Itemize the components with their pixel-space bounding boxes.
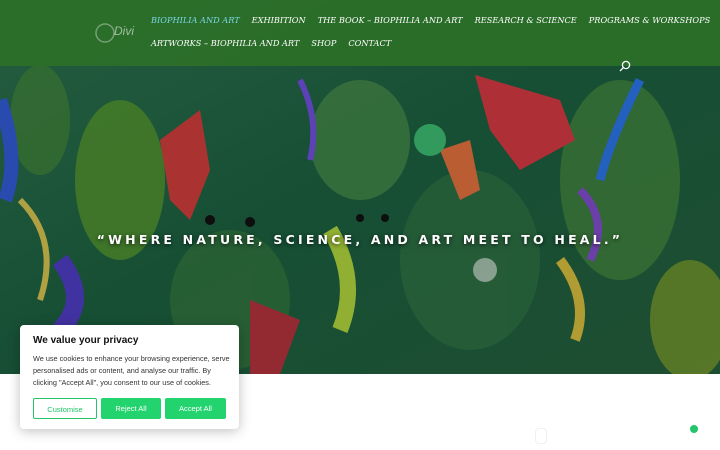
accept-all-button[interactable]: Accept All <box>165 398 226 419</box>
nav-row-secondary: ARTWORKS – BIOPHILIA AND ART SHOP CONTACT <box>151 38 403 48</box>
nav-item-biophilia-and-art[interactable]: BIOPHILIA AND ART <box>151 15 240 25</box>
reject-all-button[interactable]: Reject All <box>101 398 161 419</box>
nav-item-programs-workshops[interactable]: PROGRAMS & WORKSHOPS <box>589 15 710 25</box>
cookie-title: We value your privacy <box>33 335 139 346</box>
cookie-body: We use cookies to enhance your browsing … <box>33 354 230 387</box>
hero-quote: “WHERE NATURE, SCIENCE, AND ART MEET TO … <box>96 232 624 247</box>
nav-item-research-science[interactable]: RESEARCH & SCIENCE <box>475 15 577 25</box>
chat-icon[interactable] <box>690 425 698 433</box>
nav-item-contact[interactable]: CONTACT <box>348 38 391 48</box>
customise-button[interactable]: Customise <box>33 398 97 419</box>
search-icon[interactable] <box>619 60 631 72</box>
nav-item-exhibition[interactable]: EXHIBITION <box>252 15 306 25</box>
site-header: Divi BIOPHILIA AND ART EXHIBITION THE BOOK… <box>0 0 720 72</box>
logo-text[interactable]: Divi <box>114 24 134 38</box>
nav-item-artworks[interactable]: ARTWORKS – BIOPHILIA AND ART <box>151 38 299 48</box>
scroll-indicator <box>535 428 547 444</box>
nav-row-primary: BIOPHILIA AND ART EXHIBITION THE BOOK – BI… <box>151 15 720 25</box>
nav-item-shop[interactable]: SHOP <box>311 38 336 48</box>
nav-item-the-book[interactable]: THE BOOK – BIOPHILIA AND ART <box>318 15 463 25</box>
cookie-consent-banner: We value your privacy We use cookies to … <box>20 325 239 429</box>
